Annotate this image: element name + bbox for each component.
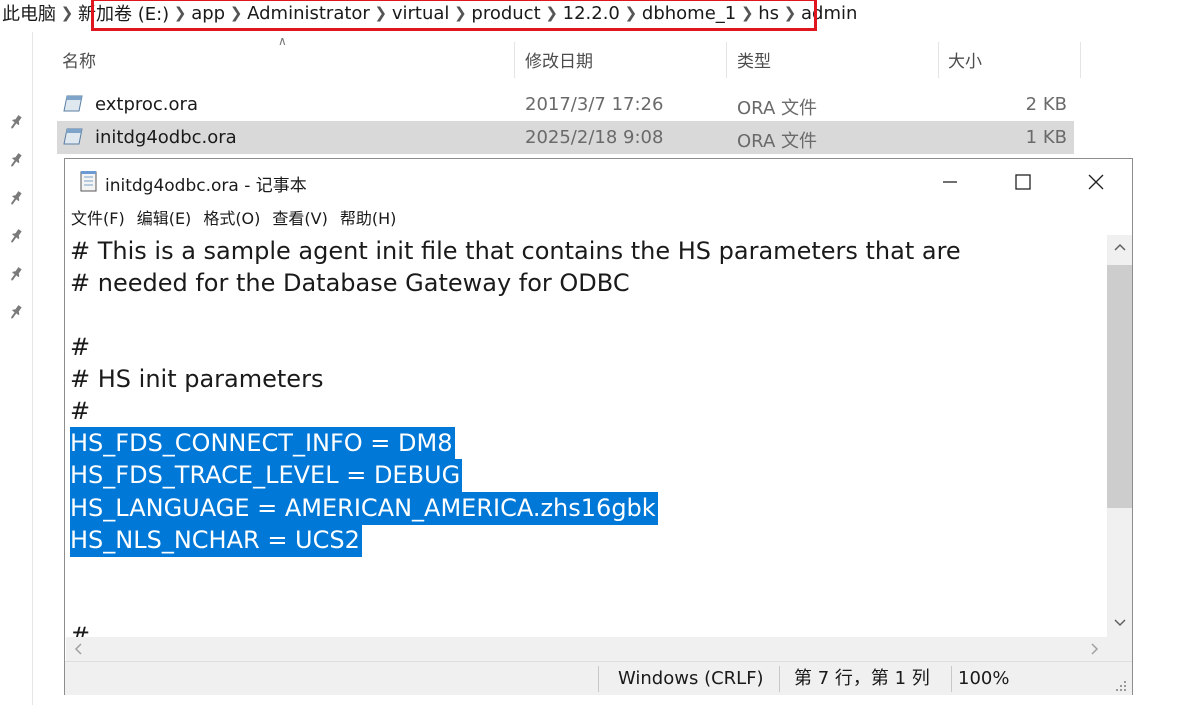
file-size: 2 KB [1025,94,1067,115]
menu-file[interactable]: 文件(F) [65,205,131,233]
scrollbar-corner [1107,637,1132,661]
pin-icon[interactable] [0,293,32,331]
file-size: 1 KB [1025,127,1067,148]
status-divider [951,666,952,692]
close-button[interactable] [1068,159,1124,204]
column-divider[interactable] [938,42,939,78]
notepad-status-bar: Windows (CRLF) 第 7 行，第 1 列 100% [65,661,1132,695]
text-line: # [70,333,91,361]
nav-pane-divider [32,32,33,705]
maximize-button[interactable] [995,159,1051,204]
file-row-selected[interactable]: initdg4odbc.ora 2025/2/18 9:08 ORA 文件 1 … [57,121,1074,154]
menu-edit[interactable]: 编辑(E) [131,205,198,233]
menu-view[interactable]: 查看(V) [266,205,333,233]
text-line: # needed for the Database Gateway for OD… [70,269,630,297]
text-line-selected: HS_FDS_CONNECT_INFO = DM8 [70,427,455,460]
ora-file-icon [63,95,83,112]
menu-help[interactable]: 帮助(H) [334,205,403,233]
ora-file-icon [63,128,83,145]
scroll-down-button[interactable] [1107,611,1132,635]
quick-access-pins [0,103,32,331]
text-line: # HS init parameters [70,365,324,393]
close-icon [1088,174,1104,189]
breadcrumb-item-dbhome[interactable]: dbhome_1 [640,3,738,24]
status-divider [598,666,599,692]
notepad-window: initdg4odbc.ora - 记事本 文件(F) 编辑(E) 格式(O) … [64,158,1133,695]
status-divider [779,666,780,692]
breadcrumb-item-app[interactable]: app [189,3,227,24]
breadcrumb-item-drive[interactable]: 新加卷 (E:) [76,0,171,26]
chevron-up-icon [1113,243,1126,251]
chevron-right-icon[interactable]: ❯ [738,4,756,22]
pin-icon[interactable] [0,217,32,255]
status-line-ending: Windows (CRLF) [618,668,764,689]
column-header-type[interactable]: 类型 [737,42,771,76]
maximize-icon [1015,173,1031,190]
text-line: # [70,397,91,425]
text-line: # This is a sample agent init file that … [70,237,961,265]
chevron-right-icon[interactable]: ❯ [171,4,189,22]
address-breadcrumb: 此电脑 ❯ 新加卷 (E:) ❯ app ❯ Administrator ❯ v… [0,0,1194,26]
breadcrumb-item-administrator[interactable]: Administrator [245,3,372,24]
status-cursor-position: 第 7 行，第 1 列 [794,668,930,689]
file-row[interactable]: extproc.ora 2017/3/7 17:26 ORA 文件 2 KB [57,88,1074,121]
sort-ascending-icon: ∧ [278,34,287,48]
pin-icon[interactable] [0,179,32,217]
chevron-left-icon [74,643,82,655]
chevron-right-icon[interactable]: ❯ [451,4,469,22]
scroll-left-button[interactable] [66,637,90,661]
scroll-right-button[interactable] [1083,637,1107,661]
menu-format[interactable]: 格式(O) [197,205,266,233]
column-divider[interactable] [1080,42,1081,78]
chevron-right-icon[interactable]: ❯ [543,4,561,22]
notepad-title-bar[interactable]: initdg4odbc.ora - 记事本 [65,159,1132,204]
pin-icon[interactable] [0,141,32,179]
file-name: extproc.ora [95,94,198,115]
text-line-selected: HS_FDS_TRACE_LEVEL = DEBUG [70,459,463,492]
breadcrumb-item-virtual[interactable]: virtual [390,3,452,24]
chevron-right-icon[interactable]: ❯ [372,4,390,22]
chevron-right-icon[interactable]: ❯ [58,4,76,22]
status-zoom: 100% [958,668,1010,689]
file-type: ORA 文件 [737,131,817,152]
column-divider[interactable] [726,42,727,78]
minimize-button[interactable] [922,159,978,204]
resize-grip-icon[interactable] [1115,680,1127,692]
vertical-scrollbar[interactable] [1107,235,1132,637]
chevron-right-icon[interactable]: ❯ [781,4,799,22]
text-line: # [70,622,91,637]
pin-icon[interactable] [0,255,32,293]
file-name: initdg4odbc.ora [95,127,237,148]
column-header-date[interactable]: 修改日期 [525,42,593,76]
column-header-name[interactable]: 名称 [62,42,96,76]
breadcrumb-item-hs[interactable]: hs [756,3,781,24]
chevron-down-icon [1113,619,1126,627]
chevron-right-icon[interactable]: ❯ [227,4,245,22]
horizontal-scrollbar[interactable] [66,637,1107,661]
text-line-selected: HS_LANGUAGE = AMERICAN_AMERICA.zhs16gbk [70,492,658,525]
chevron-right-icon[interactable]: ❯ [622,4,640,22]
file-type: ORA 文件 [737,98,817,119]
breadcrumb-item-this-pc[interactable]: 此电脑 [0,0,58,26]
chevron-right-icon [1091,643,1099,655]
file-date: 2017/3/7 17:26 [525,94,664,115]
scroll-up-button[interactable] [1107,235,1132,259]
vertical-scroll-thumb[interactable] [1107,265,1132,508]
breadcrumb-item-product[interactable]: product [469,3,542,24]
notepad-title: initdg4odbc.ora - 记事本 [105,176,307,196]
column-header-size[interactable]: 大小 [948,42,982,76]
file-date: 2025/2/18 9:08 [525,127,664,148]
pin-icon[interactable] [0,103,32,141]
column-divider[interactable] [514,42,515,78]
notepad-text-area[interactable]: # This is a sample agent init file that … [66,235,1107,637]
minimize-icon [943,180,957,183]
breadcrumb-item-admin[interactable]: admin [799,3,859,24]
notepad-icon [80,171,97,192]
breadcrumb-item-version[interactable]: 12.2.0 [561,3,622,24]
text-line-selected: HS_NLS_NCHAR = UCS2 [70,524,362,557]
notepad-menu-bar: 文件(F) 编辑(E) 格式(O) 查看(V) 帮助(H) [65,205,402,233]
